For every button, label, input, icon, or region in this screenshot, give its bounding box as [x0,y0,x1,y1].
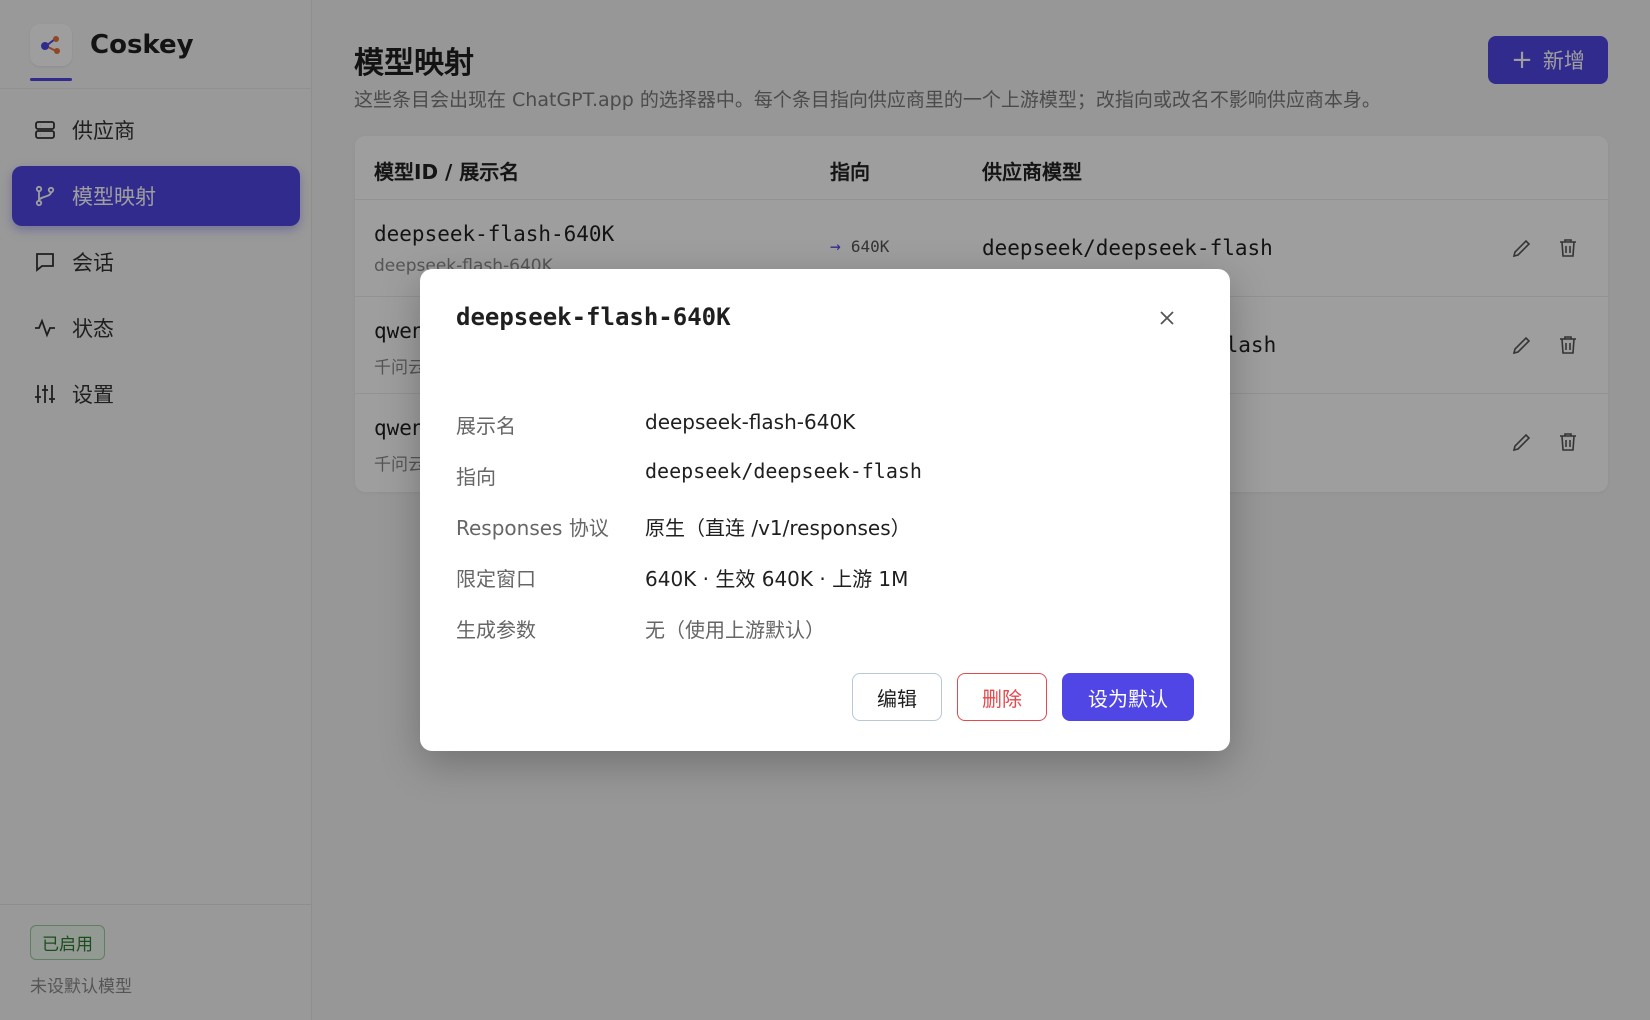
detail-value: 无（使用上游默认） [645,618,825,642]
detail-value: deepseek-flash-640K [645,410,856,434]
delete-button[interactable]: 删除 [957,673,1047,721]
detail-value: 原生（直连 /v1/responses） [645,516,911,540]
detail-label: Responses 协议 [456,516,609,540]
detail-value: deepseek/deepseek-flash [645,459,922,483]
set-default-button[interactable]: 设为默认 [1062,673,1194,721]
detail-label: 指向 [456,465,496,489]
detail-label: 限定窗口 [456,567,536,591]
model-detail-dialog: deepseek-flash-640K 展示名 deepseek-flash-6… [420,269,1230,751]
edit-button[interactable]: 编辑 [852,673,942,721]
detail-value: 640K · 生效 640K · 上游 1M [645,567,909,591]
dialog-title: deepseek-flash-640K [456,303,731,331]
detail-label: 生成参数 [456,618,536,642]
close-icon[interactable] [1156,307,1178,329]
detail-label: 展示名 [456,414,516,438]
